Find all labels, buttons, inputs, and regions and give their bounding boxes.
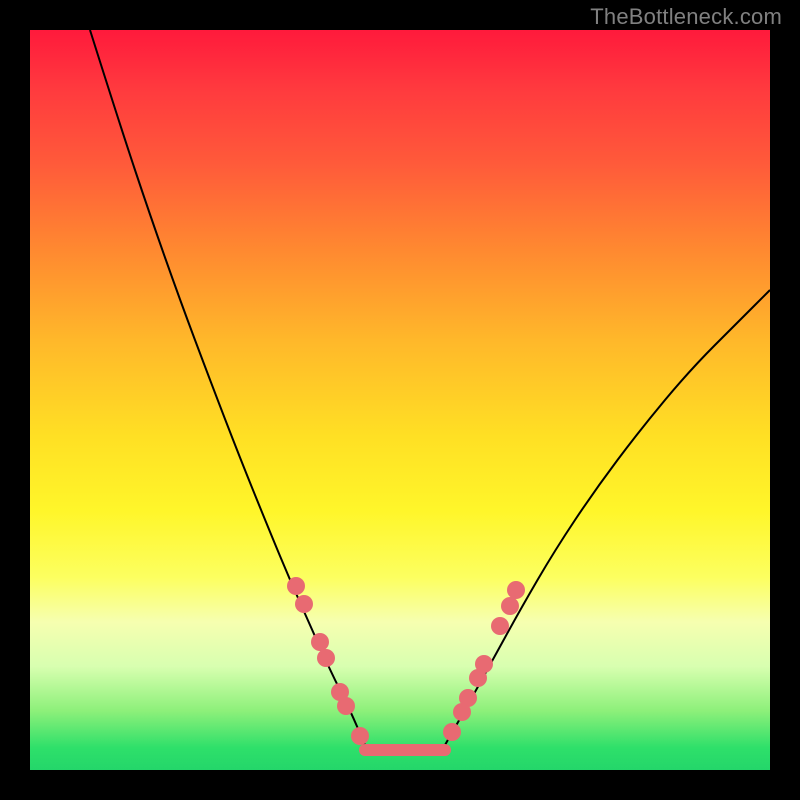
bead [459,689,477,707]
curve-right [445,290,770,745]
bead-group [287,577,525,745]
bead [475,655,493,673]
bead [507,581,525,599]
outer-frame: TheBottleneck.com [0,0,800,800]
bead [317,649,335,667]
bead [491,617,509,635]
bead [311,633,329,651]
bead [443,723,461,741]
bead [287,577,305,595]
bead [501,597,519,615]
bead [337,697,355,715]
bead [351,727,369,745]
watermark-text: TheBottleneck.com [590,4,782,30]
necklace-chart [30,30,770,770]
bead [295,595,313,613]
